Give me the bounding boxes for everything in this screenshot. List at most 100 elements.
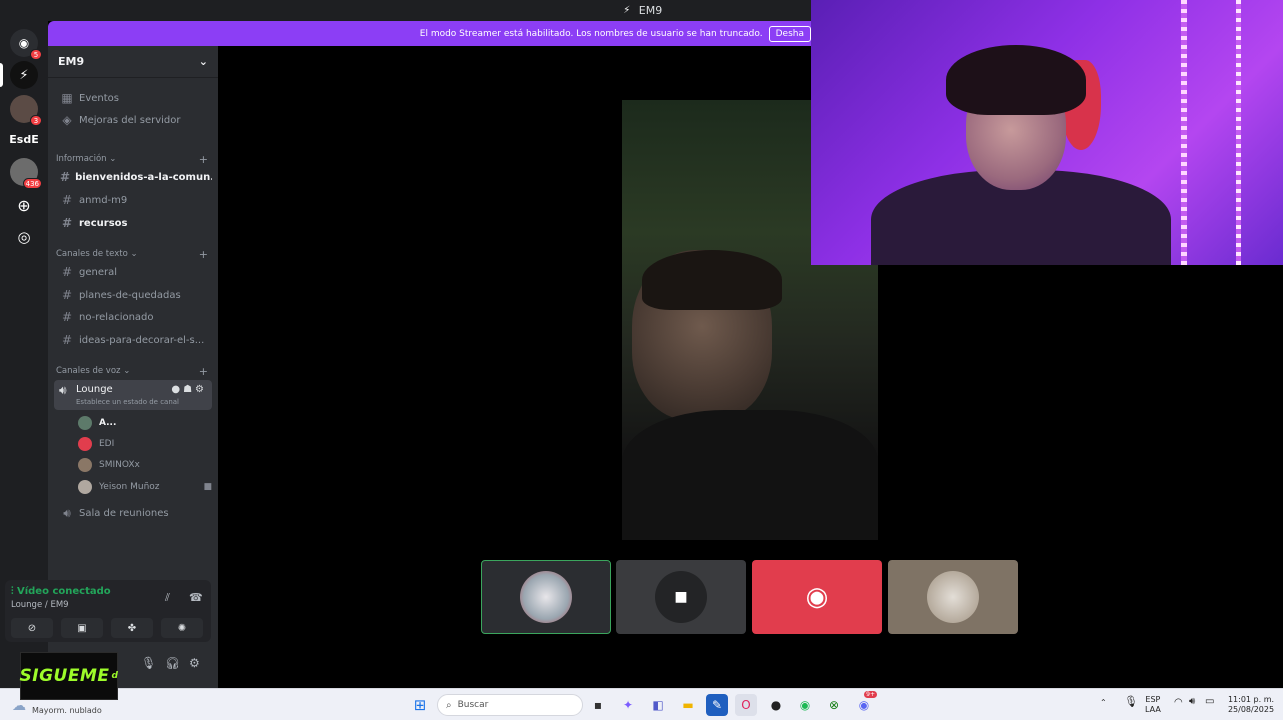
server-avatar-1[interactable]: 3 — [10, 95, 42, 126]
server-boosts-item[interactable]: ◈ Mejoras del servidor — [54, 110, 212, 130]
connection-location[interactable]: Lounge / EM9 — [11, 600, 69, 610]
server-em9[interactable]: ⚡ — [10, 61, 38, 89]
notification-badge: 3 — [30, 115, 42, 126]
voice-member[interactable]: SMINOXx — [78, 456, 212, 474]
participant-hair — [642, 250, 782, 310]
server-name: EM9 — [58, 55, 85, 68]
headphones-icon[interactable]: 🎧︎ — [165, 656, 180, 670]
plus-icon[interactable]: + — [199, 153, 208, 166]
disable-streamer-button[interactable]: Desha — [768, 25, 811, 42]
microphone-tray-icon[interactable]: 🎙︎ — [1124, 696, 1138, 707]
streamer-webcam — [811, 0, 1283, 265]
screen-share-icon: ▣ — [77, 622, 87, 634]
app-icon[interactable]: ● — [765, 694, 787, 716]
speaker-icon: 🔊︎ — [59, 383, 67, 397]
hash-icon: # — [60, 170, 71, 184]
soundboard-icon: ✺ — [177, 622, 187, 634]
avatar — [927, 571, 979, 623]
plus-icon[interactable]: + — [199, 248, 208, 261]
window-title: EM9 — [638, 4, 663, 17]
events-item[interactable]: ▦ Eventos — [54, 88, 212, 108]
voice-member[interactable]: Yeison Muñoz ■ — [78, 478, 212, 496]
connection-status: ⫶ Vídeo conectado — [11, 586, 111, 597]
avatar — [78, 458, 92, 472]
selected-indicator — [0, 63, 3, 87]
teams-icon[interactable]: ◧ — [647, 694, 669, 716]
plus-icon[interactable]: + — [199, 365, 208, 378]
banner-text: El modo Streamer está habilitado. Los no… — [419, 28, 763, 39]
calendar-icon: ▦ — [61, 91, 73, 105]
category-info[interactable]: Información ⌄ + — [56, 152, 208, 166]
disconnect-icon[interactable]: ☎ — [189, 591, 203, 604]
led-strip — [1236, 0, 1241, 265]
hash-icon: # — [61, 333, 73, 347]
settings-gear-icon[interactable]: ⚙ — [189, 656, 200, 670]
channel-bienvenidos[interactable]: # bienvenidos-a-la-comun... — [54, 167, 212, 187]
channel-recursos[interactable]: # recursos — [54, 213, 212, 233]
volume-icon[interactable]: 🔊︎ — [1189, 697, 1195, 707]
clock[interactable]: 11:01 p. m. 25/08/2025 — [1226, 695, 1276, 715]
discord-taskbar-icon[interactable]: ◉ 9+ — [853, 691, 877, 716]
windows-taskbar: ☁ Mayorm. nublado ⊞ ⌕ Buscar ▪ ✦ ◧ ▬ ✎ O… — [0, 688, 1283, 720]
noise-suppression-icon[interactable]: ⫽ — [165, 591, 170, 605]
chat-icon[interactable]: ● — [171, 384, 183, 395]
plus-icon: ⊕ — [17, 195, 31, 215]
xbox-icon[interactable]: ⊗ — [823, 694, 845, 716]
server-header[interactable]: EM9 ⌄ — [48, 46, 218, 78]
channel-status-prompt[interactable]: Establece un estado de canal — [76, 398, 179, 406]
channel-planes[interactable]: # planes-de-quedadas — [54, 285, 212, 305]
gear-icon[interactable]: ⚙ — [195, 384, 207, 395]
invite-icon[interactable]: ☗ — [183, 384, 195, 395]
discover-button[interactable]: ◎ — [10, 223, 38, 251]
participant-tile[interactable] — [888, 560, 1018, 634]
file-explorer-icon[interactable]: ▬ — [677, 694, 699, 716]
microphone-icon[interactable]: 🎙︎ — [141, 656, 156, 670]
hash-icon: # — [61, 193, 73, 207]
battery-icon[interactable]: ▭ — [1205, 697, 1214, 707]
avatar: ■ — [655, 571, 707, 623]
taskbar-search[interactable]: ⌕ Buscar — [437, 694, 583, 716]
language-indicator[interactable]: ESP LAA — [1145, 695, 1161, 715]
spotify-icon[interactable]: ◉ — [794, 694, 816, 716]
home-button[interactable]: ◉ 5 — [10, 29, 42, 60]
discord-icon: ◉ — [18, 36, 30, 50]
voice-member[interactable]: A... — [78, 414, 212, 432]
server-esde[interactable]: EsdE — [9, 125, 38, 153]
desktop: ⚡ EM9 ◉ 5 ⚡ 3 EsdE 436 ⊕ ◎ El modo Strea… — [0, 0, 1283, 720]
wifi-icon[interactable]: ◠ — [1174, 698, 1183, 708]
chevron-up-icon[interactable]: ⌃ — [1100, 698, 1107, 708]
task-view-icon[interactable]: ▪ — [587, 694, 609, 716]
follow-me-overlay: SIGUEME d — [20, 652, 118, 700]
opera-icon[interactable]: O — [735, 694, 757, 716]
voice-member[interactable]: EDI — [78, 435, 212, 453]
voice-channel-sala[interactable]: 🔊︎ Sala de reuniones — [54, 503, 212, 523]
search-icon: ⌕ — [446, 699, 452, 711]
activities-button[interactable]: ✤ — [111, 618, 153, 638]
chevron-down-icon: ⌄ — [198, 55, 208, 68]
channel-ideas[interactable]: # ideas-para-decorar-el-s... — [54, 330, 212, 350]
notes-app-icon[interactable]: ✎ — [706, 694, 728, 716]
copilot-icon[interactable]: ✦ — [617, 694, 639, 716]
server-avatar-2[interactable]: 436 — [10, 158, 42, 189]
chevron-down-icon: ⌄ — [130, 249, 138, 259]
participant-tile[interactable]: ■ — [616, 560, 746, 634]
participant-tile[interactable]: ◉ — [752, 560, 882, 634]
hash-icon: # — [61, 216, 73, 230]
start-button[interactable]: ⊞ — [409, 694, 431, 716]
chevron-down-icon: ⌄ — [109, 154, 117, 164]
camera-icon: ■ — [203, 482, 212, 492]
channel-no-relacionado[interactable]: # no-relacionado — [54, 307, 212, 327]
boost-icon: ◈ — [62, 113, 72, 127]
soundboard-button[interactable]: ✺ — [161, 618, 203, 638]
channel-general[interactable]: # general — [54, 262, 212, 282]
category-text[interactable]: Canales de texto ⌄ + — [56, 247, 208, 261]
share-screen-button[interactable]: ▣ — [61, 618, 103, 638]
participant-tile-active[interactable] — [481, 560, 611, 634]
notification-badge: 436 — [22, 178, 42, 189]
add-server-button[interactable]: ⊕ — [10, 191, 38, 219]
voice-channel-lounge[interactable]: 🔊︎ Lounge Establece un estado de canal ●… — [54, 380, 212, 410]
category-voice[interactable]: Canales de voz ⌄ + — [56, 364, 208, 378]
camera-off-button[interactable]: ⊘ — [11, 618, 53, 638]
server-icon: ⚡ — [623, 4, 631, 16]
channel-anmd[interactable]: # anmd-m9 — [54, 190, 212, 210]
